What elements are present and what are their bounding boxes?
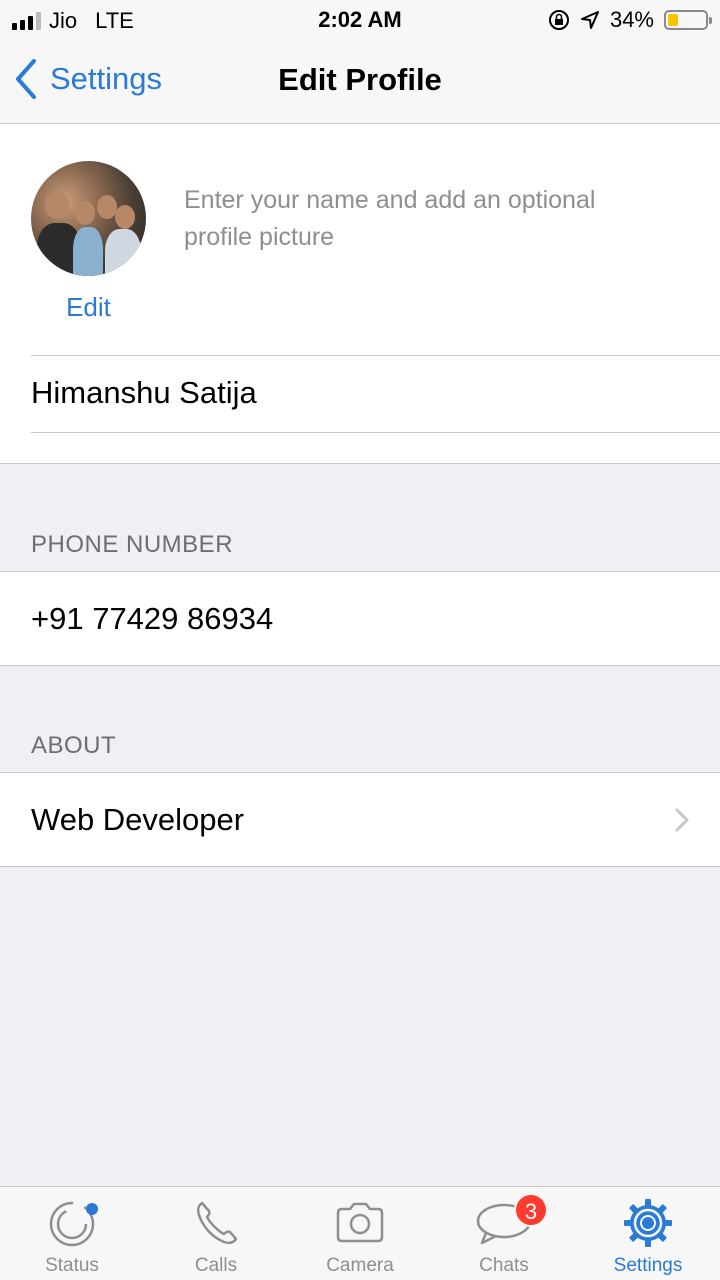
tab-settings-label: Settings [613, 1255, 683, 1276]
chevron-right-icon [675, 808, 689, 832]
location-arrow-icon [580, 11, 599, 29]
tab-chats[interactable]: 3 Chats [432, 1187, 576, 1280]
tab-settings[interactable]: Settings [576, 1187, 720, 1280]
battery-level [668, 14, 678, 26]
rotation-lock-icon [548, 10, 569, 30]
status-update-dot [86, 1203, 98, 1215]
battery-percent: 34% [609, 7, 654, 32]
phone-section-header: PHONE NUMBER [31, 531, 234, 558]
phone-number-value: +91 77429 86934 [31, 601, 274, 636]
tab-status[interactable]: Status [0, 1187, 144, 1280]
profile-avatar[interactable] [31, 161, 146, 276]
phone-icon [196, 1201, 238, 1245]
name-input[interactable] [31, 355, 700, 431]
divider [31, 432, 720, 433]
navigation-bar: Settings Edit Profile [0, 40, 720, 124]
tab-status-label: Status [45, 1255, 99, 1276]
camera-icon [336, 1202, 384, 1243]
about-row[interactable]: Web Developer [0, 772, 720, 867]
profile-section: Edit Enter your name and add an optional… [0, 124, 720, 464]
tab-camera-label: Camera [326, 1255, 394, 1276]
page-title: Edit Profile [278, 62, 442, 97]
unread-badge: 3 [514, 1193, 548, 1227]
about-section-header: ABOUT [31, 732, 117, 759]
tab-camera[interactable]: Camera [288, 1187, 432, 1280]
tab-calls[interactable]: Calls [144, 1187, 288, 1280]
gear-icon [624, 1199, 672, 1247]
status-bar: Jio LTE 2:02 AM 34% [0, 0, 720, 40]
tab-calls-label: Calls [194, 1255, 238, 1276]
phone-number-row: +91 77429 86934 [0, 571, 720, 666]
tab-chats-label: Chats [479, 1255, 529, 1276]
tab-bar: Status Calls Camera 3 Chats Settings [0, 1186, 720, 1280]
edit-photo-link[interactable]: Edit [31, 292, 146, 323]
about-value: Web Developer [31, 802, 245, 837]
profile-hint-text: Enter your name and add an optional prof… [184, 186, 596, 251]
status-right: 34% [548, 7, 712, 33]
battery-icon [664, 10, 712, 30]
